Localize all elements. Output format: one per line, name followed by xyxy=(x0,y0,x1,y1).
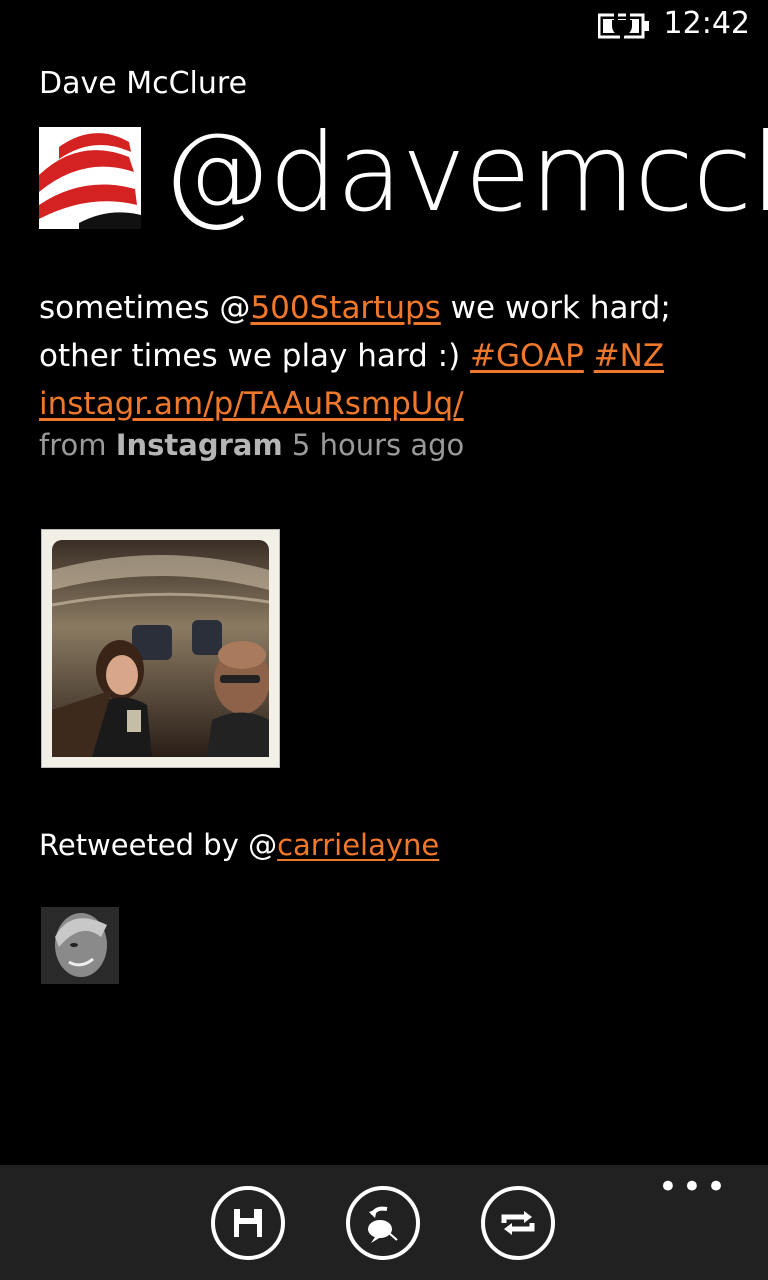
tweet-photo[interactable] xyxy=(41,529,280,768)
hashtag-link[interactable]: #GOAP xyxy=(470,338,584,374)
mention-link[interactable]: 500Startups xyxy=(250,290,440,326)
handle-title: @davemcclure xyxy=(162,111,768,236)
tweet-text-part: sometimes @ xyxy=(39,290,251,326)
meta-from: from xyxy=(39,428,107,462)
meta-time: 5 hours ago xyxy=(291,428,465,462)
retweeter-avatar[interactable] xyxy=(41,907,119,984)
retweeter-photo xyxy=(41,907,119,984)
retweeted-by: Retweeted by @carrielayne xyxy=(39,828,439,862)
tweet-text: sometimes @500Startups we work hard; oth… xyxy=(39,284,739,428)
more-options-button[interactable]: ••• xyxy=(658,1170,730,1204)
hashtag-link[interactable]: #NZ xyxy=(594,338,664,374)
retweet-icon[interactable] xyxy=(480,1185,556,1261)
airplane-selfie-image xyxy=(52,540,269,757)
meta-source: Instagram xyxy=(115,428,283,462)
url-link[interactable]: instagr.am/p/TAAuRsmpUq/ xyxy=(39,386,464,422)
save-icon[interactable] xyxy=(210,1185,286,1261)
retweet-prefix: Retweeted by @ xyxy=(39,828,278,862)
app-bar: ••• xyxy=(0,1165,768,1280)
reply-icon[interactable] xyxy=(345,1185,421,1261)
retweeter-link[interactable]: carrielayne xyxy=(277,828,439,862)
tweet-meta: from Instagram 5 hours ago xyxy=(39,428,464,462)
